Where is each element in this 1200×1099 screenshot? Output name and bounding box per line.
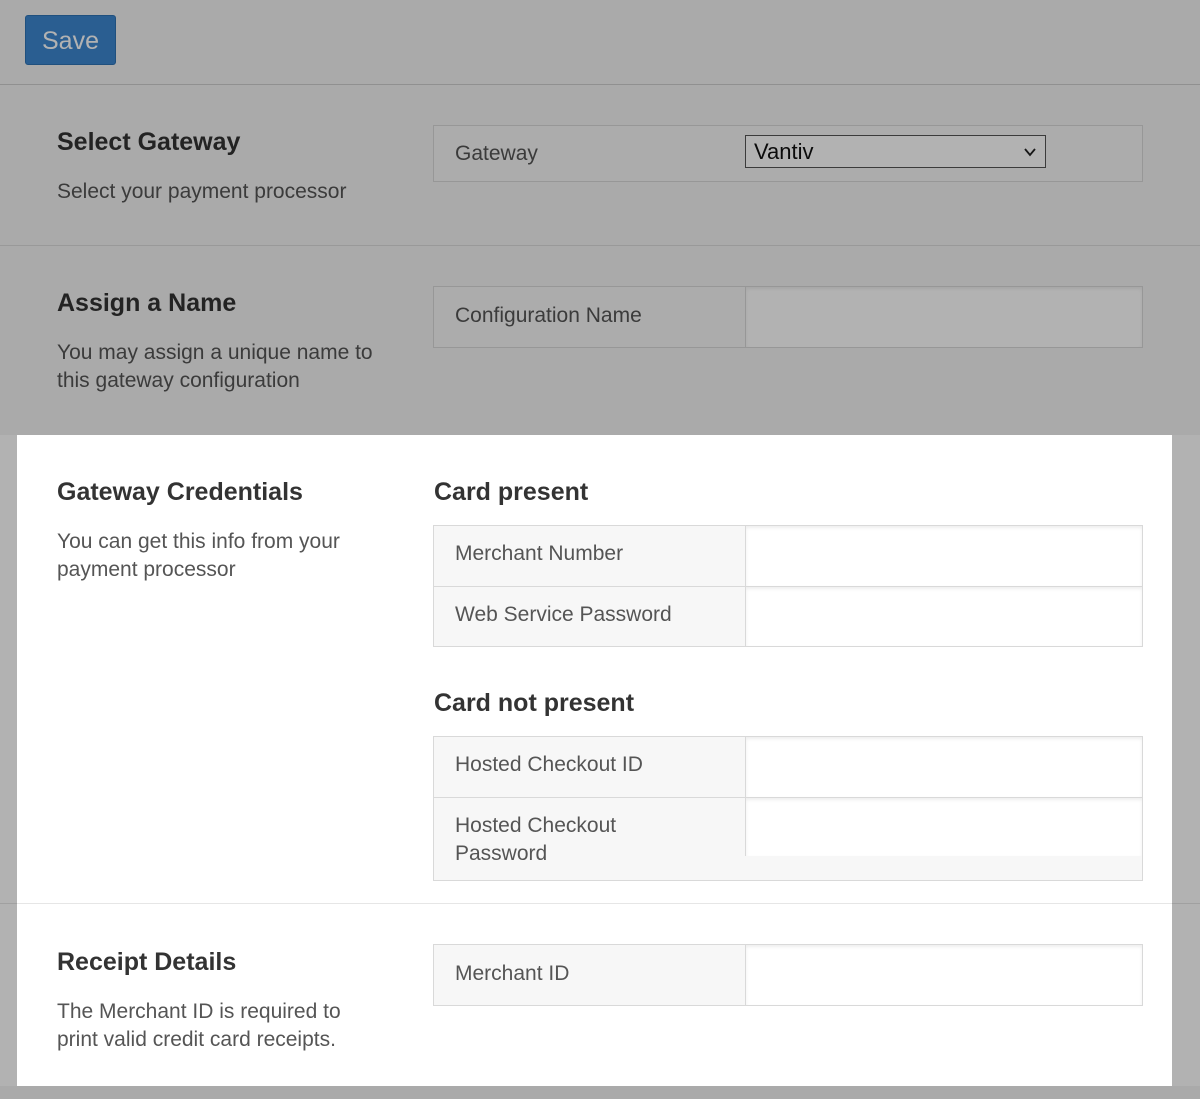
section-description: You may assign a unique name to this gat… (57, 341, 373, 392)
hosted-checkout-password-input[interactable] (745, 798, 1142, 856)
field-label: Merchant ID (455, 962, 570, 985)
section-title: Select Gateway (57, 128, 241, 156)
hosted-checkout-id-row: Hosted Checkout ID (434, 737, 1142, 797)
field-label: Hosted Checkout ID (455, 753, 643, 776)
configuration-name-input[interactable] (745, 287, 1142, 347)
section-description: Select your payment processor (57, 180, 347, 203)
name-field-table: Configuration Name (433, 286, 1143, 348)
merchant-id-input[interactable] (745, 945, 1142, 1005)
merchant-number-input[interactable] (745, 526, 1142, 586)
web-service-password-input[interactable] (745, 587, 1142, 646)
hosted-checkout-id-input[interactable] (745, 737, 1142, 797)
select-gateway-section: Select Gateway Select your payment proce… (0, 85, 1200, 246)
toolbar: Save (0, 0, 1200, 85)
dim-overlay-bottom (17, 1086, 1172, 1099)
hosted-checkout-password-row: Hosted Checkout Password (434, 797, 1142, 880)
configuration-name-row: Configuration Name (434, 287, 1142, 347)
assign-name-section: Assign a Name You may assign a unique na… (0, 246, 1200, 435)
gateway-credentials-section: Gateway Credentials You can get this inf… (0, 435, 1200, 904)
field-label: Hosted Checkout Password (455, 814, 617, 865)
card-not-present-table: Hosted Checkout ID Hosted Checkout Passw… (433, 736, 1143, 881)
section-title: Receipt Details (57, 948, 237, 976)
card-present-heading: Card present (434, 478, 589, 506)
save-button[interactable]: Save (25, 15, 116, 65)
field-label: Gateway (455, 142, 538, 165)
field-label: Merchant Number (455, 542, 624, 565)
gateway-field-table: Gateway Vantiv (433, 125, 1143, 182)
chevron-down-icon (1024, 148, 1036, 157)
gateway-select[interactable]: Vantiv (745, 135, 1046, 168)
dim-overlay-right (1172, 435, 1200, 1099)
section-title: Gateway Credentials (57, 478, 303, 506)
merchant-id-row: Merchant ID (434, 945, 1142, 1005)
section-description: You can get this info from your payment … (57, 530, 340, 581)
dim-overlay-left (0, 435, 17, 1099)
card-not-present-heading: Card not present (434, 689, 635, 717)
section-title: Assign a Name (57, 289, 237, 317)
gateway-selected-value: Vantiv (754, 139, 814, 164)
card-present-table: Merchant Number Web Service Password (433, 525, 1143, 647)
section-description: The Merchant ID is required to print val… (57, 1000, 341, 1051)
receipt-field-table: Merchant ID (433, 944, 1143, 1006)
receipt-details-section: Receipt Details The Merchant ID is requi… (0, 904, 1200, 1086)
field-label: Web Service Password (455, 603, 672, 626)
merchant-number-row: Merchant Number (434, 526, 1142, 586)
web-service-password-row: Web Service Password (434, 586, 1142, 646)
field-label: Configuration Name (455, 304, 642, 327)
gateway-row: Gateway Vantiv (434, 126, 1142, 181)
